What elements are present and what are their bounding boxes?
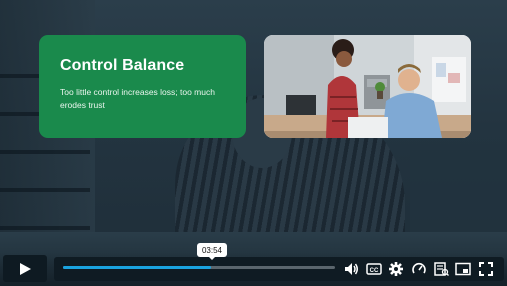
captions-label: CC	[370, 268, 379, 274]
transcript-button[interactable]	[432, 260, 450, 278]
speed-icon	[412, 262, 426, 274]
info-card-title: Control Balance	[60, 57, 185, 74]
time-tooltip: 03:54	[197, 243, 227, 260]
picture-in-picture-icon	[455, 262, 471, 276]
office-photo-illustration	[264, 35, 471, 138]
captions-button[interactable]: CC	[365, 260, 383, 278]
office-photo	[264, 35, 471, 138]
info-card-text: Too little control increases loss; too m…	[60, 87, 215, 110]
progress-fill	[63, 266, 212, 269]
play-icon	[20, 262, 31, 275]
transcript-icon	[434, 262, 449, 276]
picture-in-picture-button[interactable]	[454, 260, 472, 278]
fullscreen-button[interactable]	[477, 260, 495, 278]
speed-button[interactable]	[410, 260, 428, 278]
settings-icon	[389, 262, 403, 276]
progress-bar[interactable]	[63, 266, 335, 269]
volume-button[interactable]	[342, 260, 360, 278]
volume-icon	[345, 263, 358, 275]
fullscreen-icon	[479, 262, 493, 276]
captions-icon: CC	[366, 263, 382, 275]
info-card: Control Balance Too little control incre…	[39, 35, 246, 138]
play-button[interactable]	[3, 255, 47, 282]
settings-button[interactable]	[387, 260, 405, 278]
